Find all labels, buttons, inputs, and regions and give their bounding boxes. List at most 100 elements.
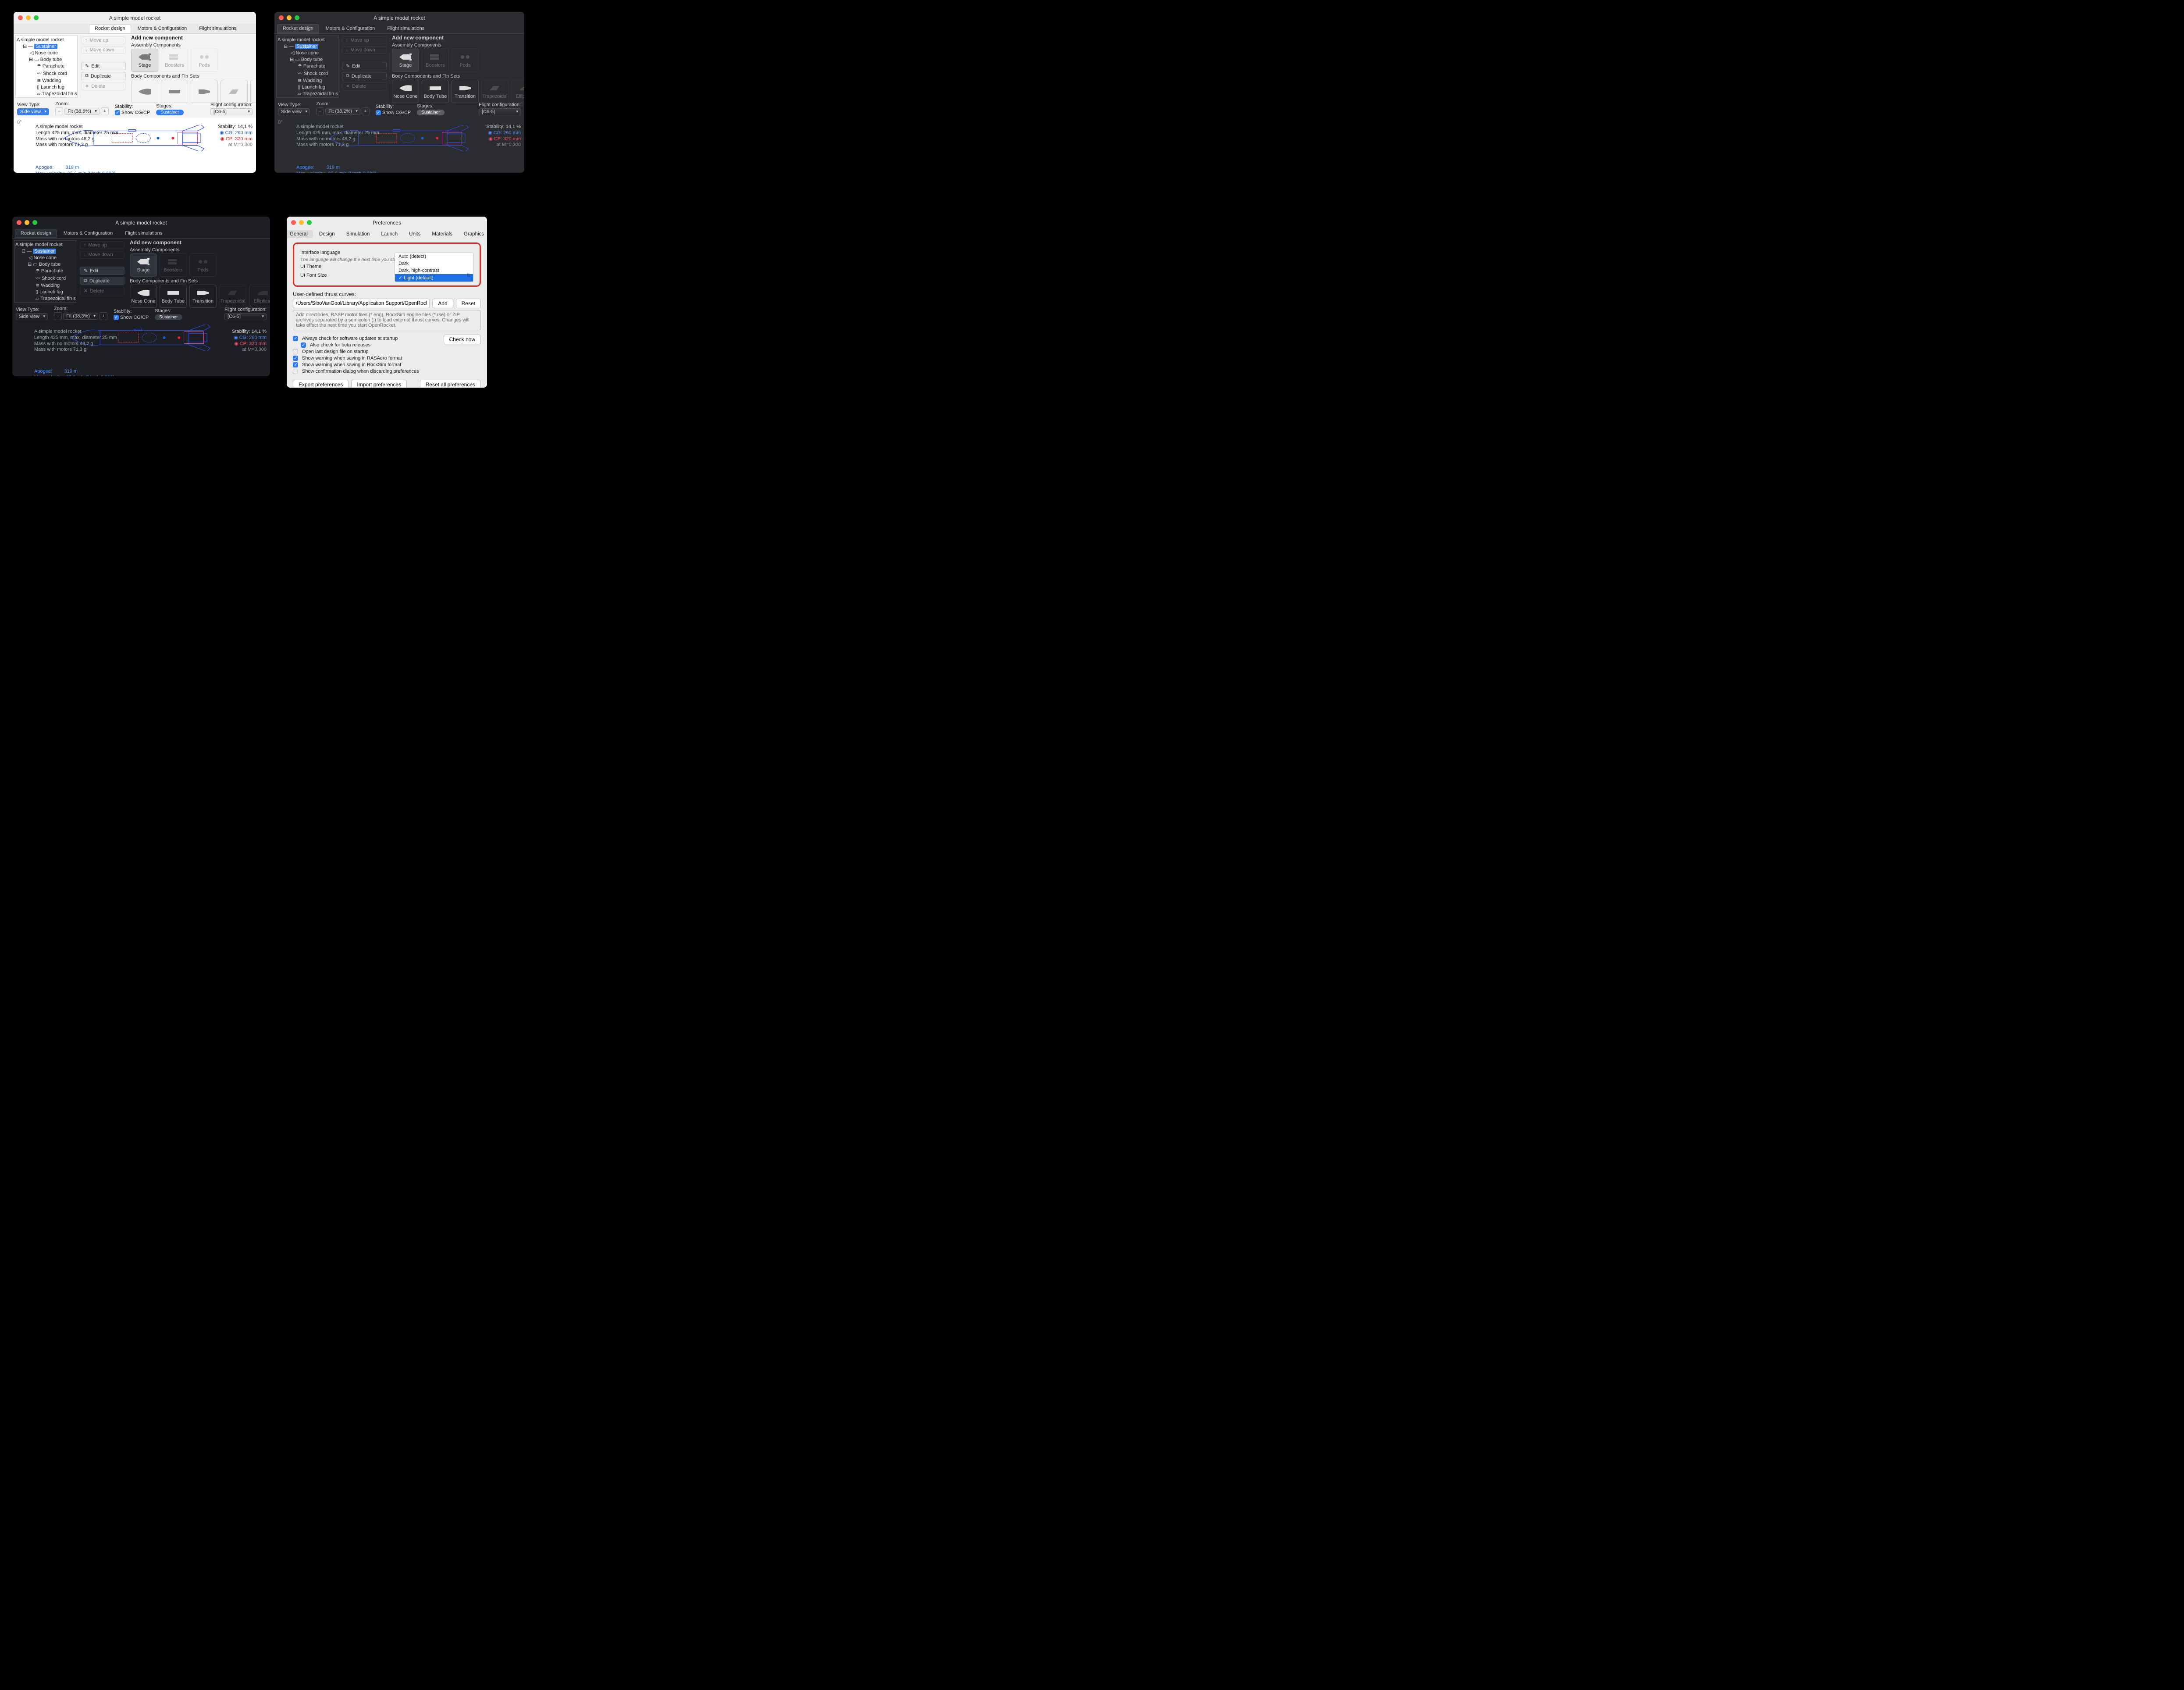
zoom-in-button[interactable]: +	[101, 107, 109, 115]
tree-item[interactable]: ≋ Wadding	[17, 77, 76, 84]
flight-config-select[interactable]: [C6-5]	[479, 108, 521, 115]
tab-rocket-design[interactable]: Rocket design	[277, 24, 319, 33]
move-down-button[interactable]: ↓ Move down	[81, 46, 126, 54]
move-down-button[interactable]: ↓ Move down	[342, 46, 387, 54]
card-trapezoidal[interactable]	[221, 80, 248, 103]
rocket-canvas[interactable]: 0° A simple model rocketLength 425 mm, m…	[274, 118, 524, 173]
thrust-path-input[interactable]	[293, 299, 430, 308]
theme-option-selected[interactable]: ✓ Light (default)	[395, 274, 473, 282]
checkbox[interactable]	[293, 349, 298, 354]
window-controls[interactable]	[279, 15, 299, 20]
checkbox[interactable]	[301, 342, 306, 348]
flight-config-select[interactable]: [C6-5]	[210, 108, 253, 115]
move-down-button[interactable]: ↓ Move down	[80, 251, 124, 259]
tab-flight[interactable]: Flight simulations	[381, 24, 430, 33]
card-stage[interactable]: Stage	[131, 49, 158, 72]
theme-dropdown-list[interactable]: Auto (detect) Dark Dark, high-contrast ✓…	[395, 253, 473, 282]
reset-all-button[interactable]: Reset all preferences	[420, 380, 481, 388]
card-pods[interactable]: Pods	[452, 49, 479, 72]
tree-item[interactable]: ◎ Centering ring	[17, 97, 76, 98]
window-controls[interactable]	[18, 15, 39, 20]
move-up-button[interactable]: ↑ Move up	[81, 36, 126, 44]
ptab-general[interactable]: General	[287, 230, 313, 238]
card-stage[interactable]: Stage	[130, 253, 157, 277]
card-body-tube[interactable]: Body Tube	[422, 80, 449, 103]
ptab-units[interactable]: Units	[404, 230, 426, 238]
ptab-graphics[interactable]: Graphics	[459, 230, 487, 238]
card-nose-cone[interactable]	[131, 80, 158, 103]
card-transition[interactable]	[191, 80, 218, 103]
window-controls[interactable]	[17, 220, 37, 225]
duplicate-button[interactable]: ⧉ Duplicate	[81, 72, 126, 80]
zoom-select[interactable]: Fit (38,2%)	[325, 108, 360, 115]
card-trapezoidal[interactable]: Trapezoidal	[219, 285, 246, 308]
theme-option[interactable]: Dark, high-contrast	[395, 267, 473, 274]
card-boosters[interactable]: Boosters	[161, 49, 188, 72]
ptab-launch[interactable]: Launch	[376, 230, 403, 238]
component-tree[interactable]: A simple model rocket ⊟ — Sustainer ◁ No…	[15, 36, 78, 98]
delete-button[interactable]: ✕ Delete	[81, 82, 126, 90]
card-elliptical[interactable]: Elliptical	[511, 80, 524, 103]
card-body-tube[interactable]	[161, 80, 188, 103]
card-transition[interactable]: Transition	[189, 285, 217, 308]
ptab-design[interactable]: Design	[314, 230, 340, 238]
tab-rocket-design[interactable]: Rocket design	[15, 229, 57, 238]
zoom-out-button[interactable]: −	[316, 107, 324, 115]
export-pref-button[interactable]: Export preferences	[293, 380, 349, 388]
theme-option[interactable]: Dark	[395, 260, 473, 267]
edit-button[interactable]: ✎ Edit	[342, 62, 387, 70]
stage-pill[interactable]: Sustainer	[417, 110, 444, 115]
edit-button[interactable]: ✎ Edit	[81, 62, 126, 70]
tab-flight[interactable]: Flight simulations	[119, 229, 168, 238]
card-elliptical[interactable]	[250, 80, 256, 103]
rocket-canvas[interactable]: 0° A simple model rocket Length 425 mm, …	[14, 118, 256, 173]
view-type-select[interactable]: Side view	[17, 108, 49, 115]
delete-button[interactable]: ✕ Delete	[80, 287, 124, 295]
card-nose-cone[interactable]: Nose Cone	[392, 80, 419, 103]
card-boosters[interactable]: Boosters	[160, 253, 187, 277]
tab-motors[interactable]: Motors & Configuration	[58, 229, 119, 238]
rocket-canvas[interactable]: A simple model rocketLength 425 mm, max.…	[12, 323, 270, 376]
card-stage[interactable]: Stage	[392, 49, 419, 72]
checkbox[interactable]	[293, 369, 298, 374]
checkbox[interactable]	[293, 336, 298, 341]
theme-option[interactable]: Auto (detect)	[395, 253, 473, 260]
tree-sustainer[interactable]: Sustainer	[34, 44, 57, 49]
move-up-button[interactable]: ↑ Move up	[342, 36, 387, 44]
move-up-button[interactable]: ↑ Move up	[80, 241, 124, 249]
tree-item[interactable]: 〰 Shock cord	[17, 69, 76, 77]
tree-root[interactable]: A simple model rocket	[277, 37, 337, 43]
checkbox[interactable]	[293, 362, 298, 367]
card-transition[interactable]: Transition	[452, 80, 479, 103]
card-trapezoidal[interactable]: Trapezoidal	[481, 80, 509, 103]
ptab-materials[interactable]: Materials	[427, 230, 458, 238]
reset-button[interactable]: Reset	[456, 299, 481, 308]
zoom-select[interactable]: Fit (38,6%)	[64, 108, 100, 115]
check-now-button[interactable]: Check now	[444, 335, 481, 344]
tree-item[interactable]: ▱ Trapezoidal fin set	[17, 90, 76, 97]
zoom-in-button[interactable]: +	[362, 107, 370, 115]
tab-motors[interactable]: Motors & Configuration	[132, 24, 193, 33]
show-cgcp-checkbox[interactable]	[115, 110, 120, 115]
card-body-tube[interactable]: Body Tube	[160, 285, 187, 308]
ptab-simulation[interactable]: Simulation	[341, 230, 375, 238]
view-type-select[interactable]: Side view	[16, 313, 48, 320]
import-pref-button[interactable]: Import preferences	[351, 380, 407, 388]
view-type-select[interactable]: Side view	[278, 108, 310, 115]
component-tree[interactable]: A simple model rocket ⊟ — Sustainer ◁ No…	[276, 36, 338, 98]
delete-button[interactable]: ✕ Delete	[342, 82, 387, 90]
tab-rocket-design[interactable]: Rocket design	[89, 24, 131, 33]
tab-flight[interactable]: Flight simulations	[193, 24, 242, 33]
duplicate-button[interactable]: ⧉ Duplicate	[80, 277, 124, 285]
card-nose-cone[interactable]: Nose Cone	[130, 285, 157, 308]
show-cgcp-checkbox[interactable]	[376, 110, 381, 115]
tree-item[interactable]: ▯ Launch lug	[17, 84, 76, 90]
stage-pill[interactable]: Sustainer	[156, 110, 183, 115]
tree-body[interactable]: ⊟ ▭ Body tube	[17, 56, 76, 63]
tree-sustainer[interactable]: Sustainer	[295, 44, 318, 49]
tree-item[interactable]: ☂ Parachute	[17, 63, 76, 69]
zoom-out-button[interactable]: −	[55, 107, 63, 115]
checkbox[interactable]	[293, 356, 298, 361]
card-boosters[interactable]: Boosters	[422, 49, 449, 72]
tree-root[interactable]: A simple model rocket	[17, 37, 76, 43]
